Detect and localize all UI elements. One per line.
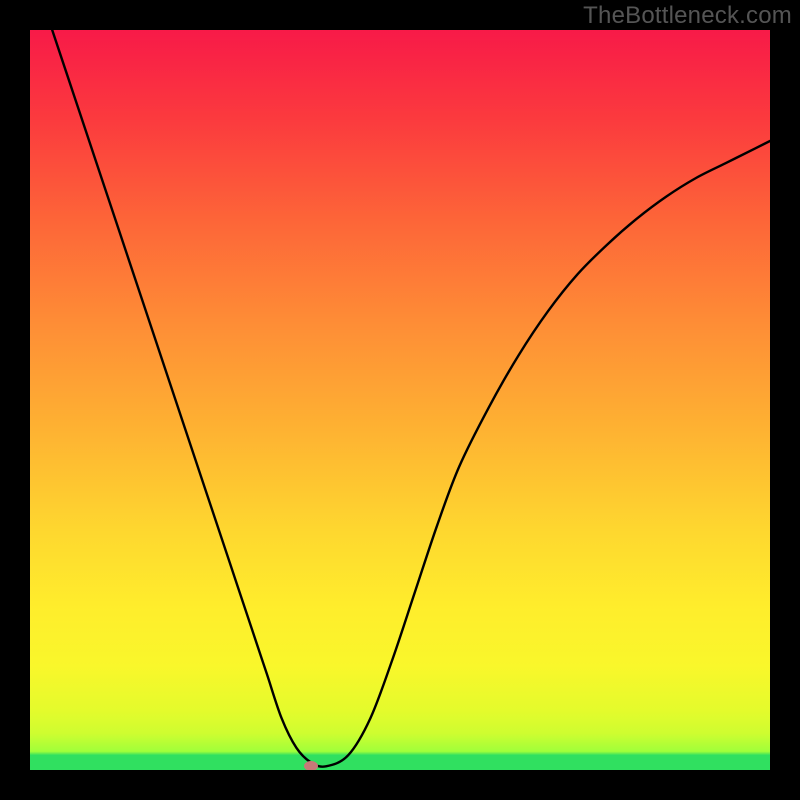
watermark-text: TheBottleneck.com <box>583 2 792 30</box>
plot-area <box>30 30 770 770</box>
bottleneck-curve <box>30 30 770 770</box>
minimum-marker <box>304 761 318 770</box>
chart-frame: TheBottleneck.com <box>0 0 800 800</box>
